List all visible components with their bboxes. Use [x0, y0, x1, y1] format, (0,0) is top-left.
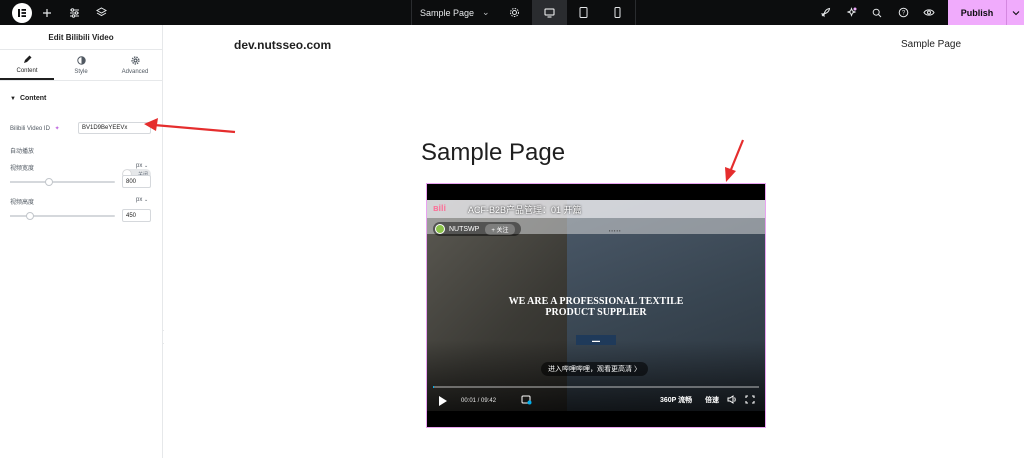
site-settings-icon[interactable] [62, 0, 86, 25]
width-slider[interactable] [10, 178, 115, 186]
height-label: 视频高度 [10, 200, 35, 206]
desktop-view-icon[interactable] [532, 0, 567, 25]
follow-button[interactable]: + 关注 [485, 223, 515, 235]
annotation-arrow-icon [725, 139, 745, 182]
width-label: 视频宽度 [10, 166, 35, 172]
structure-layers-icon[interactable] [89, 0, 113, 25]
tab-label: Advanced [121, 69, 149, 75]
speed-selector[interactable]: 倍速 [705, 395, 719, 405]
uploader-chip[interactable]: NUTSWP + 关注 [433, 222, 521, 236]
widget-settings-panel: Edit Bilibili Video Content Style Advanc… [0, 25, 163, 458]
video-title[interactable]: ACF-B2B产品管理：01 开篇 [468, 203, 582, 216]
tab-label: Content [16, 68, 38, 74]
bilibili-logo-icon: ʙili [433, 203, 447, 213]
caret-down-icon: ▼ [10, 95, 16, 102]
recorded-hero-button: ▬▬ [576, 335, 616, 345]
topbar-center-group: Sample Page ⌄ [411, 0, 636, 25]
play-icon[interactable] [439, 396, 447, 406]
chevron-down-icon: ⌄ [144, 197, 149, 203]
elementor-logo-icon[interactable] [12, 2, 32, 23]
width-unit-select[interactable]: px ⌄ [136, 163, 148, 169]
width-unit-label: px [136, 163, 143, 169]
tab-content[interactable]: Content [0, 50, 54, 80]
uploader-name: NUTSWP [449, 225, 480, 233]
tab-style[interactable]: Style [54, 50, 108, 80]
bilibili-video-widget[interactable]: ▪ ▪ ▪ ▪ ▪ ʙili ACF-B2B产品管理：01 开篇 NUTSWP … [426, 183, 766, 428]
recorded-hero-heading: WE ARE A PROFESSIONAL TEXTILE PRODUCT SU… [427, 296, 765, 318]
section-label: Content [19, 95, 47, 102]
recorded-site-menu: ▪ ▪ ▪ ▪ ▪ [609, 228, 621, 233]
height-slider[interactable] [10, 212, 115, 220]
danmaku-toggle-icon[interactable] [521, 395, 532, 407]
editor-topbar: Sample Page ⌄ ? Publish [0, 0, 1024, 25]
volume-icon[interactable] [727, 395, 737, 406]
progress-fill [433, 386, 434, 388]
site-title[interactable]: dev.nutsseo.com [234, 38, 331, 52]
svg-text:?: ? [901, 11, 905, 17]
height-unit-label: px [136, 197, 143, 203]
pencil-icon [23, 54, 32, 65]
page-selector-dropdown[interactable]: Sample Page ⌄ [412, 0, 498, 25]
slider-fill [10, 181, 49, 183]
tab-label: Style [74, 69, 88, 75]
mobile-view-icon[interactable] [601, 0, 635, 25]
tablet-view-icon[interactable] [567, 0, 601, 25]
gear-icon [130, 55, 140, 66]
hero-line-2: PRODUCT SUPPLIER [545, 307, 647, 318]
ai-sparkle-icon[interactable]: ✦ [55, 126, 60, 132]
video-player[interactable]: ▪ ▪ ▪ ▪ ▪ ʙili ACF-B2B产品管理：01 开篇 NUTSWP … [427, 200, 765, 411]
width-value-input[interactable]: 800 [122, 175, 151, 188]
chevron-down-icon: ⌄ [144, 163, 149, 169]
playback-time: 00:01 / 09:42 [461, 398, 497, 404]
video-id-label-row: Bilibili Video ID ✦ [10, 125, 60, 132]
add-element-icon[interactable] [35, 0, 59, 25]
nav-link-sample-page[interactable]: Sample Page [901, 39, 961, 50]
preview-eye-icon[interactable] [916, 0, 942, 25]
publish-options-chevron-icon[interactable] [1006, 0, 1024, 25]
editor-canvas: dev.nutsseo.com Sample Page Sample Page … [164, 25, 1024, 458]
autoplay-label: 自动播放 [10, 149, 35, 155]
page-selector-label: Sample Page [420, 7, 475, 18]
annotation-arrow-icon [144, 118, 236, 134]
quality-selector[interactable]: 360P 流畅 [660, 395, 692, 405]
page-title: Sample Page [421, 139, 566, 166]
video-progress-bar[interactable] [433, 386, 759, 388]
slider-thumb[interactable] [44, 178, 53, 186]
height-value-input[interactable]: 450 [122, 209, 151, 222]
fullscreen-icon[interactable] [745, 395, 755, 406]
panel-tabs: Content Style Advanced [0, 50, 162, 81]
height-unit-select[interactable]: px ⌄ [136, 197, 148, 203]
help-icon[interactable]: ? [890, 0, 916, 25]
chevron-down-icon: ⌄ [482, 7, 490, 17]
notifications-icon[interactable] [838, 0, 864, 25]
open-on-bilibili-button[interactable]: 进入哔哩哔哩，观看更高清 〉 [541, 362, 648, 376]
topbar-left-group [0, 0, 113, 25]
player-controls: 00:01 / 09:42 360P 流畅 倍速 [427, 394, 765, 408]
topbar-right-group: ? Publish [812, 0, 1024, 25]
tab-advanced[interactable]: Advanced [108, 50, 162, 80]
content-section-header[interactable]: ▼ Content [10, 95, 162, 102]
slider-thumb[interactable] [25, 212, 34, 220]
half-circle-contrast-icon [76, 55, 86, 66]
search-icon[interactable] [864, 0, 890, 25]
video-id-label: Bilibili Video ID [10, 126, 50, 132]
hero-line-1: WE ARE A PROFESSIONAL TEXTILE [508, 296, 684, 307]
avatar [435, 224, 445, 234]
publish-button[interactable]: Publish [948, 0, 1006, 25]
rocket-icon[interactable] [812, 0, 838, 25]
panel-title: Edit Bilibili Video [0, 25, 162, 50]
page-settings-gear-icon[interactable] [498, 0, 532, 25]
